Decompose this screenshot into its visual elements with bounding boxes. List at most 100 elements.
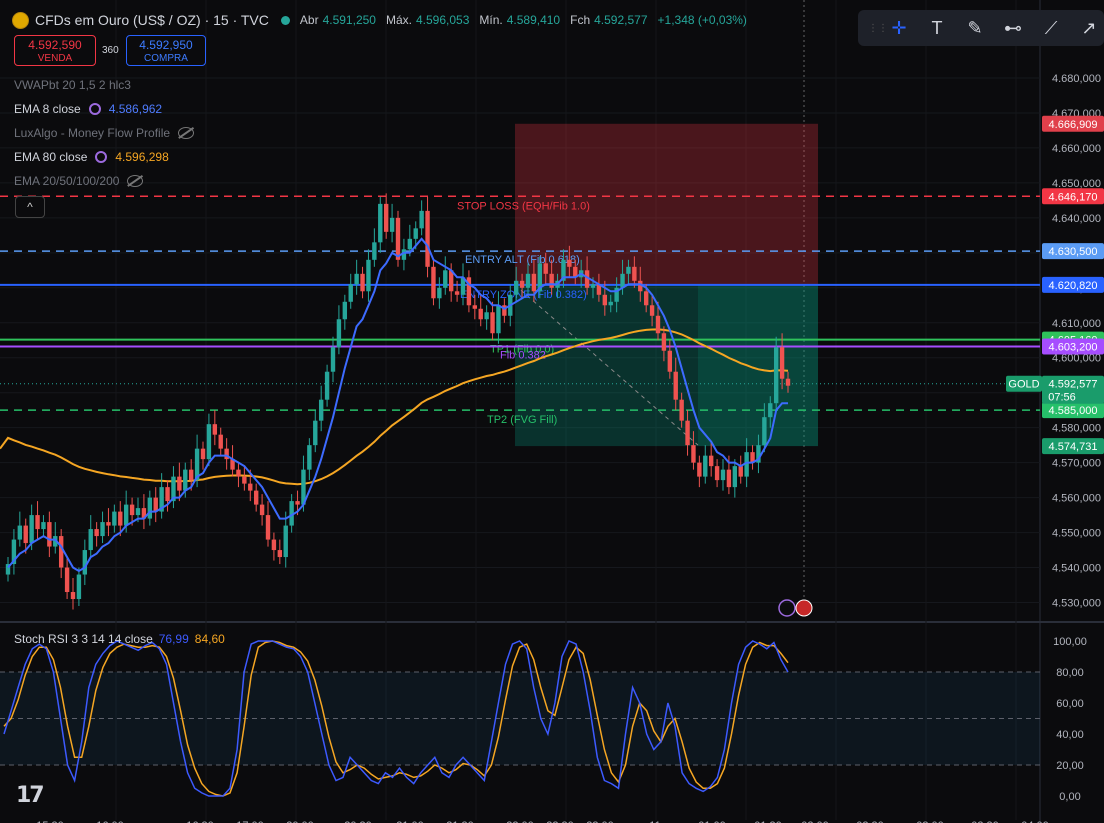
eye-hidden-icon[interactable]: [178, 127, 195, 139]
stoch-legend[interactable]: Stoch RSI 3 3 14 14 close 76,99 84,60: [14, 632, 225, 646]
candle-body: [431, 266, 436, 299]
candle-body: [248, 483, 253, 491]
candle-body: [649, 305, 655, 316]
position-bottom-tag-label: 4.574,731: [1049, 441, 1098, 453]
candle-body: [17, 525, 23, 540]
candle: [47, 511, 52, 558]
crosshair-icon[interactable]: ✛: [884, 13, 914, 43]
candle: [76, 567, 82, 607]
candle-body: [118, 511, 123, 526]
stoch-tick-label: 20,00: [1056, 760, 1084, 772]
candle-body: [94, 529, 99, 537]
candle-body: [348, 284, 353, 302]
candle-body: [443, 270, 448, 288]
candle-body: [129, 504, 135, 516]
candle-body: [23, 525, 28, 544]
candle: [70, 578, 76, 610]
candle: [372, 228, 377, 267]
chart-canvas[interactable]: STOP LOSS (EQH/Fib 1.0)ENTRY ALT (Fib 0.…: [0, 0, 1104, 823]
ohlc-values: Abr 4.591,250 Máx. 4.596,053 Mín. 4.589,410…: [299, 13, 747, 27]
target-zone-current: [698, 284, 818, 447]
candle-body: [490, 312, 495, 334]
indicator-luxalgo[interactable]: LuxAlgo - Money Flow Profile: [14, 126, 195, 140]
candle-body: [342, 301, 348, 320]
candle: [484, 305, 489, 330]
candle-body: [407, 238, 413, 250]
candle: [242, 466, 247, 491]
collapse-legend-button[interactable]: ^: [15, 196, 45, 218]
stoch-rsi-pane: 0,00 20,00 40,00 60,00 80,00 100,00: [0, 636, 1087, 803]
candle-body: [691, 445, 696, 463]
candle: [200, 441, 206, 470]
candle-body: [218, 434, 223, 449]
candle-body: [82, 550, 88, 575]
gold-logo-icon: [12, 11, 29, 29]
candle: [366, 249, 371, 302]
price-tick-label: 4.550,000: [1052, 528, 1101, 540]
candle-body: [88, 529, 93, 551]
price-tick-label: 4.650,000: [1052, 178, 1101, 190]
eye-hidden-icon[interactable]: [127, 175, 144, 187]
candle-body: [389, 217, 395, 232]
candle-body: [253, 490, 259, 505]
candle-body: [271, 539, 277, 551]
indicator-ema-ribbon[interactable]: EMA 20/50/100/200: [14, 174, 144, 188]
candle-body: [135, 508, 141, 516]
candle: [259, 494, 265, 526]
symbol-tag-label: GOLD: [1008, 379, 1039, 391]
candle-body: [35, 515, 40, 530]
candle-body: [643, 291, 649, 306]
symbol-title[interactable]: CFDs em Ouro (US$ / OZ) · 15 · TVC: [35, 12, 269, 28]
refresh-icon: [95, 151, 108, 163]
stoch-tick-label: 80,00: [1056, 667, 1084, 679]
candle: [141, 494, 147, 530]
candle: [53, 522, 58, 554]
candle: [212, 410, 218, 446]
level-label: STOP LOSS (EQH/Fib 1.0): [457, 200, 590, 212]
candle-body: [496, 305, 501, 334]
brush-icon[interactable]: ✎: [960, 13, 990, 43]
candle-body: [354, 273, 359, 285]
arrow-icon[interactable]: ↗: [1074, 13, 1104, 43]
candle: [82, 539, 88, 586]
candle-body: [602, 294, 608, 306]
candle: [94, 522, 99, 547]
candle-body: [567, 259, 572, 267]
price-tick-label: 4.580,000: [1052, 423, 1101, 435]
candle: [5, 557, 11, 582]
candle-body: [383, 203, 389, 232]
drag-handle-icon[interactable]: ⋮⋮: [868, 23, 888, 34]
horizontal-line-icon[interactable]: ⊷: [998, 13, 1028, 43]
indicator-vwap[interactable]: VWAPbt 20 1,5 2 hlc3: [14, 78, 131, 92]
candle-body: [372, 242, 377, 260]
candle-body: [307, 445, 312, 470]
candle-body: [773, 347, 779, 404]
candle: [35, 501, 40, 540]
candle-body: [236, 469, 241, 477]
stoch-tick-label: 40,00: [1056, 729, 1084, 741]
candle: [750, 445, 755, 470]
candle-body: [100, 522, 105, 537]
sell-button[interactable]: 4.592,590 VENDA: [14, 35, 96, 66]
candle-body: [147, 497, 153, 519]
buy-button[interactable]: 4.592,950 COMPRA: [126, 35, 206, 66]
candle: [253, 483, 259, 512]
candle: [153, 487, 158, 523]
candle-body: [283, 525, 288, 558]
candle: [360, 266, 365, 299]
trend-line-icon[interactable]: ⟋: [1036, 13, 1066, 43]
candle-body: [513, 280, 519, 295]
indicator-ema80[interactable]: EMA 80 close 4.596,298: [14, 150, 169, 164]
candle: [431, 259, 436, 306]
candle-body: [608, 301, 613, 306]
indicator-ema8[interactable]: EMA 8 close 4.586,962: [14, 102, 162, 116]
candle-body: [76, 574, 82, 600]
candle: [738, 455, 743, 484]
stoch-tick-label: 100,00: [1053, 636, 1087, 648]
candle-body: [472, 305, 478, 309]
text-icon[interactable]: T: [922, 13, 952, 43]
candle-body: [336, 319, 342, 348]
candle-body: [425, 210, 430, 267]
candle-body: [738, 466, 743, 477]
candle-body: [549, 273, 554, 288]
